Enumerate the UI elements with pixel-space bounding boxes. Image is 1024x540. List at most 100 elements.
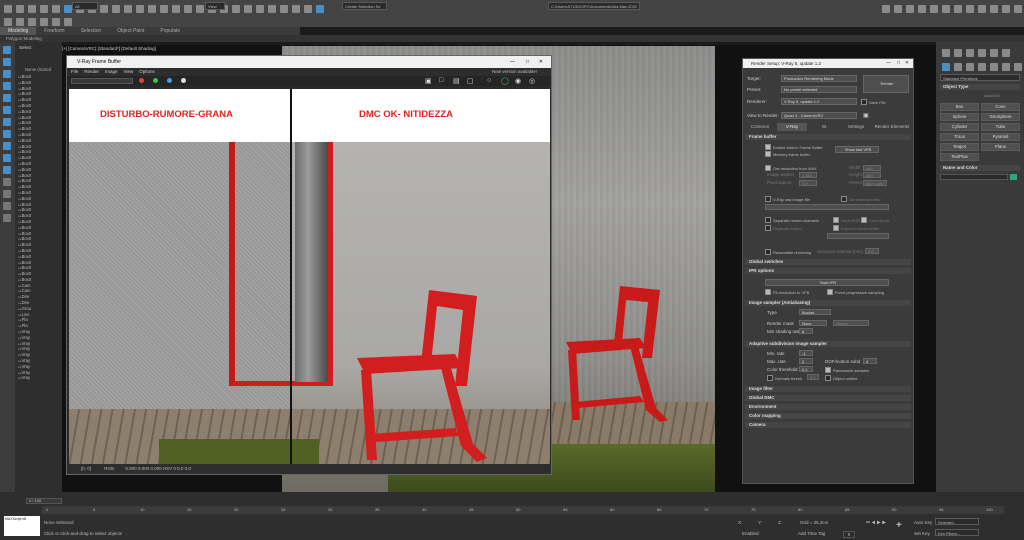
render-last-icon[interactable]: ◯ [501,77,509,85]
global-switches-rollout[interactable]: Global switches [745,259,911,265]
hidden-filter-icon[interactable] [3,202,11,210]
plane-button[interactable]: Plane [981,143,1020,151]
image-sampler-rollout[interactable]: Image sampler (Antialiasing) [745,300,911,306]
fit-resolution-checkbox[interactable]: Fit resolution to VFB [765,289,809,295]
containers-filter-icon[interactable] [3,178,11,186]
systems-icon[interactable] [1014,63,1022,71]
channel-dropdown[interactable] [71,78,133,84]
compare-icon[interactable]: ▤ [453,77,460,85]
geometry-filter-icon[interactable] [3,70,11,78]
close-icon[interactable]: ✕ [539,56,543,68]
vray-lights-icon[interactable] [918,5,926,13]
shapes-icon[interactable] [954,63,962,71]
project-path[interactable]: C:\Users\STUDIO\PC\Documents\3ds Max 202… [548,2,640,10]
randomize-samples-checkbox[interactable]: Randomize samples [825,367,869,373]
goto-start-icon[interactable]: ⏮ [866,520,870,525]
redo-icon[interactable] [16,5,24,13]
tab-object-paint[interactable]: Object Paint [109,27,152,35]
adaptive-subdivision-rollout[interactable]: Adaptive subdivision image sampler [745,341,911,347]
add-key-icon[interactable]: + [896,520,902,531]
scale-icon[interactable] [136,5,144,13]
maxscript-listener[interactable]: MAXScript Mi [4,516,40,536]
spacewarps-icon[interactable] [1002,63,1010,71]
link-icon[interactable] [28,5,36,13]
ipr-options-rollout[interactable]: IPR options [745,268,911,274]
schematic-icon[interactable] [268,5,276,13]
torus-button[interactable]: Torus [940,133,979,141]
raw-image-path[interactable] [765,204,889,210]
display-icon[interactable] [40,18,48,26]
render-frame-icon[interactable] [304,5,312,13]
box-button[interactable]: Box [940,103,979,111]
vray-icon[interactable] [906,5,914,13]
tab-gi[interactable]: GI [809,123,839,131]
ribbon-toggle-icon[interactable] [4,18,12,26]
save-icon[interactable] [894,5,902,13]
curve-editor-icon[interactable] [256,5,264,13]
color-mapping-rollout[interactable]: Color mapping [745,413,911,419]
spacewarps-filter-icon[interactable] [3,130,11,138]
scene-explorer-icon[interactable] [16,18,24,26]
reference-coord-dropdown[interactable]: View [205,2,225,10]
hierarchy-tab-icon[interactable] [966,49,974,57]
enable-vfb-checkbox[interactable]: Enable built-in Frame Buffer [765,144,823,150]
new-version-notice[interactable]: New version available! [492,68,537,76]
sphere-button[interactable]: Sphere [940,113,979,121]
image-aspect-field[interactable]: 1.333 [799,172,817,178]
time-slider[interactable]: 0 / 100 [26,498,62,504]
shapes-filter-icon[interactable] [3,82,11,90]
lights-filter-icon[interactable] [3,94,11,102]
menu-view[interactable]: View [124,69,134,74]
render-button[interactable]: Render [863,75,909,93]
textplus-button[interactable]: TextPlus [940,153,979,161]
target-dropdown[interactable]: Production Rendering Mode [781,75,857,82]
modify-tab-icon[interactable] [954,49,962,57]
key-filters-button[interactable]: Key Filters... [935,529,979,536]
autosave-field[interactable]: 0.0 [865,248,879,254]
normals-checkbox[interactable]: Normals thresh [767,375,802,381]
add-time-tag[interactable]: Add Time Tag [798,531,825,536]
minimize-icon[interactable]: — [510,56,515,68]
current-frame-field[interactable]: 0 [843,531,855,538]
next-frame-icon[interactable]: ▶ [882,520,886,525]
minimize-icon[interactable]: — [886,60,891,66]
play-icon[interactable]: ▶ [877,520,881,525]
menu-file[interactable]: File [71,69,78,74]
render-setup-icon[interactable] [292,5,300,13]
normals-field[interactable]: 0.1 [807,374,819,380]
start-ipr-button[interactable]: Start IPR [765,279,889,286]
cameras-icon[interactable] [978,63,986,71]
maximize-icon[interactable]: □ [897,60,900,66]
set-key-button[interactable]: Set Key [914,531,930,536]
renderer-dropdown[interactable]: V-Ray 5, update 1.2 [781,98,857,105]
render-mask-dropdown[interactable]: None [799,320,827,326]
object-name-field[interactable] [940,174,1008,180]
cameras-filter-icon[interactable] [3,106,11,114]
force-progressive-checkbox[interactable]: Force progressive sampling [827,289,884,295]
camera-rollout[interactable]: Camera [745,422,911,428]
tab-selection[interactable]: Selection [73,27,110,35]
select-icon[interactable] [3,46,11,54]
tab-render-elements[interactable]: Render Elements [873,123,911,131]
menu-options[interactable]: Options [139,69,155,74]
tab-freeform[interactable]: Freeform [36,27,72,35]
split-divider[interactable] [290,89,292,464]
display-none-icon[interactable] [3,58,11,66]
menu-render[interactable]: Render [84,69,99,74]
create-tab-icon[interactable] [942,49,950,57]
render-icon[interactable] [316,5,324,13]
clear-image-icon[interactable]: □ [439,77,443,84]
enabled-label[interactable]: Enabled: [742,531,760,536]
tab-settings[interactable]: Settings [841,123,871,131]
sampler-type-dropdown[interactable]: Bucket [799,309,831,315]
tab-vray[interactable]: V-Ray [777,123,807,131]
green-channel-icon[interactable] [153,78,158,83]
helpers-icon[interactable] [990,63,998,71]
vray-plane-icon[interactable] [990,5,998,13]
separate-channels-checkbox[interactable]: Separate render channels [765,217,819,223]
frame-buffer-rollout[interactable]: Frame buffer [745,134,911,140]
separate-folders-checkbox[interactable]: Separate folders [765,225,802,231]
vray-proxy-icon[interactable] [942,5,950,13]
undo-icon[interactable] [4,5,12,13]
width-field[interactable]: 640 [863,165,881,171]
